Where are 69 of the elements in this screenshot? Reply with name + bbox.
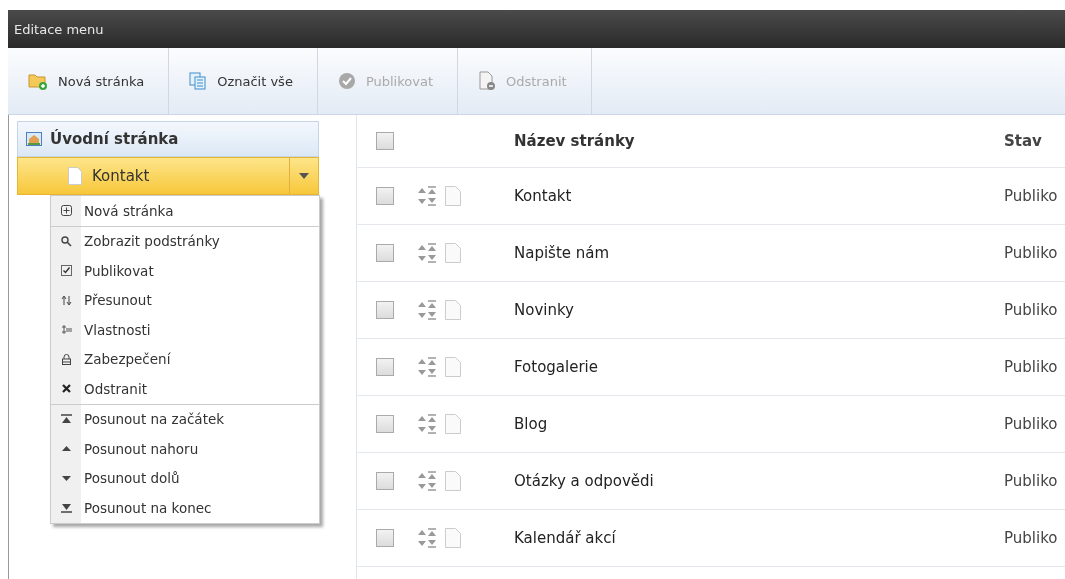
toolbar-button[interactable]: Nová stránka [8,48,170,114]
menu-item[interactable]: Publikovat [51,256,319,286]
search-icon [60,235,72,247]
menu-item[interactable]: Posunout dolů [51,463,319,493]
table-cell-text: Fotogalerie [514,358,599,376]
table-cell-text: Novinky [514,301,575,319]
table-cell: Publiko [1004,301,1058,319]
table-cell: Publiko [1004,358,1058,376]
menu-item[interactable]: Posunout na konec [51,493,319,523]
window-title: Editace menu [14,21,104,37]
bottom-icon [60,502,72,514]
select-all-checkbox[interactable] [376,132,394,150]
menu-item[interactable]: Zobrazit podstránky [51,226,319,256]
page-icon [445,243,461,263]
page-icon [445,186,461,206]
table-cell-text: Kontakt [514,187,573,205]
new-icon [60,205,72,217]
table-cell-text: Kalendář akcí [514,529,617,547]
tree-item[interactable]: Kontakt [17,157,319,195]
props-icon [60,324,72,336]
menu-item[interactable]: Posunout na začátek [51,404,319,434]
row-checkbox[interactable] [376,415,394,433]
check-circle-icon [337,72,356,90]
tree-root-item[interactable]: Úvodní stránka [17,121,319,157]
menu-item[interactable]: Přesunout [51,285,319,315]
table-cell: Publiko [1004,244,1058,262]
page-icon [445,300,461,320]
table-cell: Publiko [1004,415,1058,433]
check-icon [60,265,72,277]
page-icon [445,357,461,377]
row-checkbox[interactable] [376,244,394,262]
top-icon [60,413,72,425]
table-cell-text: Blog [514,415,549,433]
home-icon [26,132,42,146]
menu-item[interactable]: Odstranit [51,374,319,404]
delete-icon [60,383,72,395]
table-cell-text: Napište nám [514,244,611,262]
menu-item[interactable]: Posunout nahoru [51,434,319,464]
row-checkbox[interactable] [376,187,394,205]
row-checkbox[interactable] [376,358,394,376]
move-icon [60,294,72,306]
document-minus-icon [478,71,496,91]
folder-plus-icon [28,72,48,90]
reorder-arrows-icon[interactable] [417,186,437,206]
menu-item[interactable]: Vlastnosti [51,315,319,345]
menu-item[interactable]: Zabezpečení [51,344,319,374]
page-icon [445,471,461,491]
column-header[interactable]: Název stránky [514,132,1004,150]
row-checkbox[interactable] [376,301,394,319]
reorder-arrows-icon[interactable] [417,243,437,263]
page-icon [445,414,461,434]
table-cell: Publiko [1004,187,1058,205]
table-cell: Publiko [1004,472,1058,490]
reorder-arrows-icon[interactable] [417,357,437,377]
table-cell-text: Otázky a odpovědi [514,472,655,490]
table-cell: Publiko [1004,529,1058,547]
page-icon [68,167,82,185]
page-icon [445,528,461,548]
reorder-arrows-icon[interactable] [417,414,437,434]
documents-icon [189,72,208,90]
reorder-arrows-icon[interactable] [417,300,437,320]
reorder-arrows-icon[interactable] [417,528,437,548]
toolbar-button[interactable]: Označit vše [169,48,318,114]
row-checkbox[interactable] [376,472,394,490]
lock-icon [60,353,72,365]
column-header[interactable]: Stav [1004,132,1042,150]
reorder-arrows-icon[interactable] [417,471,437,491]
row-checkbox[interactable] [376,529,394,547]
menu-item[interactable]: Nová stránka [51,196,319,226]
